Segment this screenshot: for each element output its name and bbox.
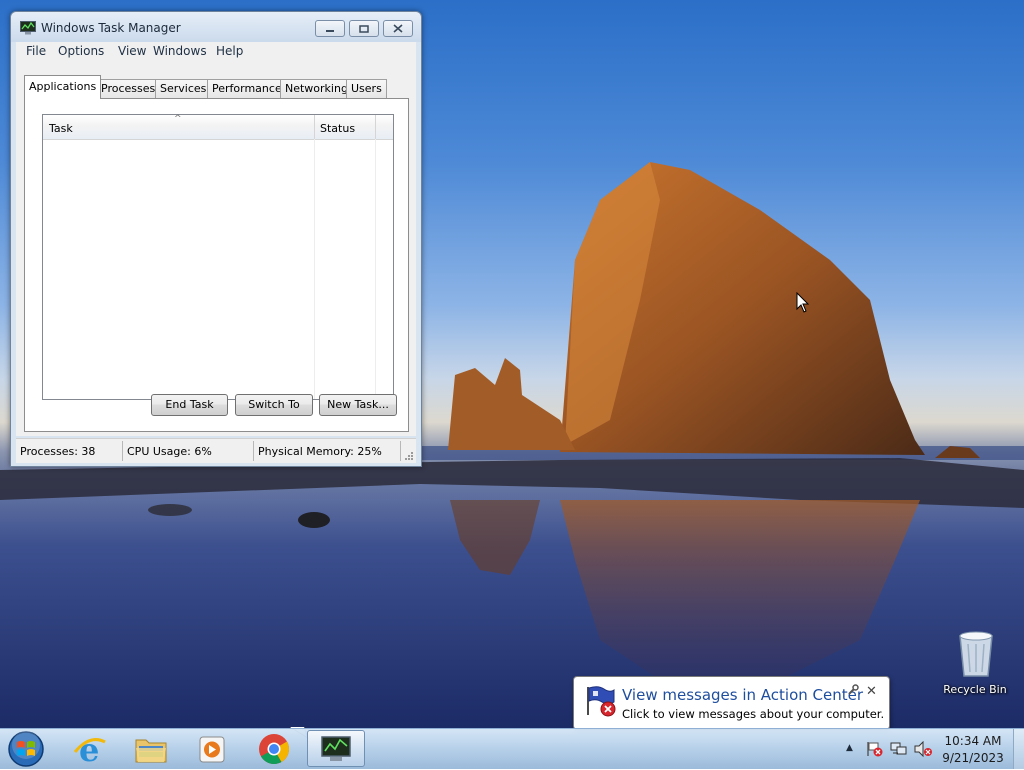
status-physical-memory: Physical Memory: 25% <box>258 445 382 458</box>
tab-services[interactable]: Services <box>155 79 212 98</box>
status-divider <box>400 441 401 461</box>
recycle-bin-icon <box>959 631 993 677</box>
action-center-tray-icon[interactable] <box>866 741 884 757</box>
status-processes: Processes: 38 <box>20 445 96 458</box>
tab-performance[interactable]: Performance <box>207 79 287 98</box>
column-header-task[interactable]: Task <box>49 122 73 135</box>
svg-text:e: e <box>79 731 99 767</box>
task-manager-icon <box>321 736 351 761</box>
applications-panel: ^ Task Status <box>24 98 409 432</box>
mouse-cursor-icon <box>796 292 810 313</box>
resize-grip-icon[interactable] <box>404 451 414 461</box>
taskbar-internet-explorer[interactable]: e <box>61 730 119 769</box>
show-hidden-icons-button[interactable]: ▲ <box>846 743 853 753</box>
status-cpu-usage: CPU Usage: 6% <box>127 445 212 458</box>
close-icon <box>393 24 403 33</box>
tab-users[interactable]: Users <box>346 79 387 98</box>
wrench-icon[interactable] <box>847 684 859 696</box>
network-icon[interactable] <box>890 741 908 757</box>
status-divider <box>122 441 123 461</box>
tab-networking[interactable]: Networking <box>280 79 353 98</box>
clock-time[interactable]: 10:34 AM <box>930 734 1016 748</box>
file-explorer-icon <box>135 739 167 763</box>
client-area: Applications Processes Services Performa… <box>16 62 416 436</box>
notification-text: Click to view messages about your comput… <box>622 707 885 721</box>
taskbar: e ▲ 10:34 AM 9/21/2023 <box>0 728 1024 769</box>
taskbar-chrome[interactable] <box>245 730 303 767</box>
new-task-button[interactable]: New Task... <box>319 394 397 416</box>
taskbar-task-manager[interactable] <box>307 730 365 767</box>
minimize-icon <box>326 29 334 32</box>
action-center-notification[interactable]: View messages in Action Center Click to … <box>573 676 890 730</box>
column-header-status[interactable]: Status <box>320 122 355 135</box>
internet-explorer-icon: e <box>73 731 106 769</box>
column-gridline <box>375 139 376 399</box>
minimize-button[interactable] <box>315 20 345 37</box>
tab-applications[interactable]: Applications <box>24 75 102 99</box>
maximize-icon <box>359 24 369 33</box>
window-title: Windows Task Manager <box>41 21 181 35</box>
column-divider[interactable] <box>375 115 376 139</box>
tab-processes[interactable]: Processes <box>96 79 161 98</box>
menu-help[interactable]: Help <box>216 44 243 58</box>
start-button[interactable] <box>6 730 46 768</box>
task-manager-app-icon <box>20 21 36 35</box>
title-bar[interactable]: Windows Task Manager <box>11 12 421 42</box>
maximize-button[interactable] <box>349 20 379 37</box>
action-center-flag-icon <box>587 686 616 717</box>
task-list[interactable]: ^ Task Status <box>42 114 394 400</box>
menu-windows[interactable]: Windows <box>153 44 207 58</box>
recycle-bin-label: Recycle Bin <box>943 683 1007 696</box>
task-manager-window: Windows Task Manager File Options View W… <box>10 11 422 467</box>
switch-to-button[interactable]: Switch To <box>235 394 313 416</box>
column-divider[interactable] <box>314 115 315 139</box>
show-desktop-button[interactable] <box>1013 729 1024 769</box>
chrome-icon <box>259 734 289 765</box>
recycle-bin-shortcut[interactable]: Recycle Bin <box>940 630 1010 700</box>
notification-close-icon[interactable]: ✕ <box>866 684 877 699</box>
status-divider <box>253 441 254 461</box>
taskbar-file-explorer[interactable] <box>122 730 180 767</box>
menu-view[interactable]: View <box>118 44 146 58</box>
end-task-button[interactable]: End Task <box>151 394 228 416</box>
media-player-icon <box>199 736 225 763</box>
sort-ascending-icon: ^ <box>174 114 182 124</box>
menu-bar: File Options View Windows Help <box>16 42 416 62</box>
status-bar: Processes: 38 CPU Usage: 6% Physical Mem… <box>16 438 416 463</box>
close-button[interactable] <box>383 20 413 37</box>
taskbar-media-player[interactable] <box>182 730 240 767</box>
column-gridline <box>314 139 315 399</box>
clock-date[interactable]: 9/21/2023 <box>930 751 1016 765</box>
task-list-header: ^ Task Status <box>43 114 393 140</box>
menu-file[interactable]: File <box>26 44 46 58</box>
menu-options[interactable]: Options <box>58 44 104 58</box>
notification-title[interactable]: View messages in Action Center <box>622 686 863 704</box>
